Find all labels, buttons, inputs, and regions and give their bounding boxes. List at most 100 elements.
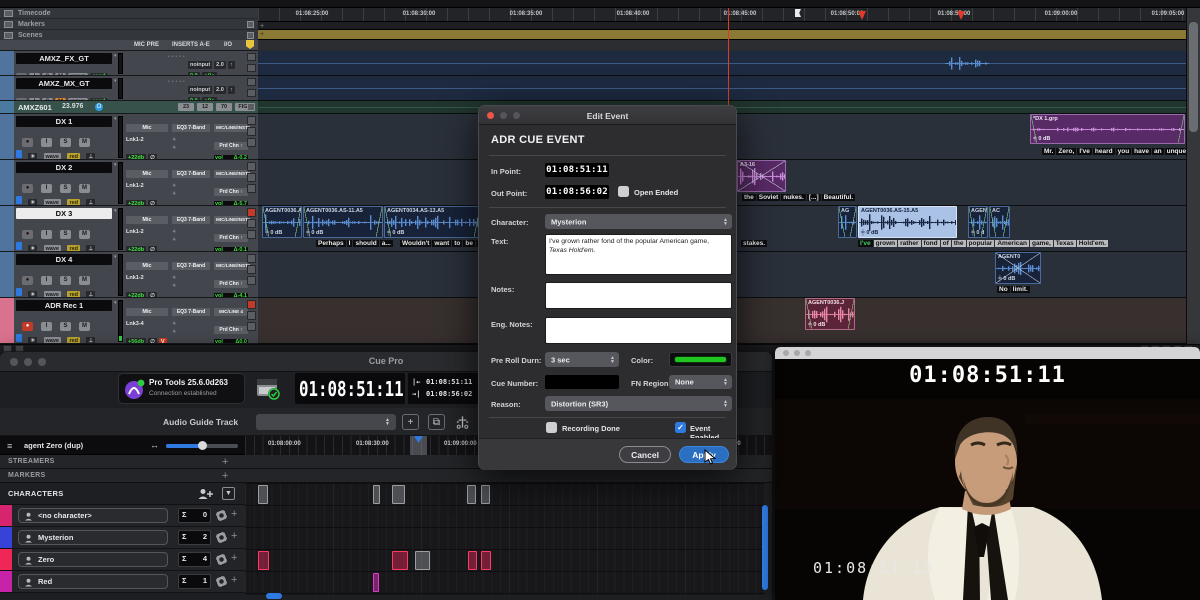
output-icon[interactable]: ⊥ <box>86 199 95 206</box>
playlist-button[interactable] <box>247 311 256 320</box>
text-field[interactable]: I've grown rather fond of the popular Am… <box>545 234 732 275</box>
track-name[interactable]: AMXZ_MX_GT <box>16 78 112 89</box>
track-name[interactable]: DX 4 <box>16 254 112 265</box>
track-chip[interactable]: 23 <box>178 103 194 111</box>
zoom-slider[interactable] <box>166 444 238 448</box>
audio-clip[interactable]: AGENT0 ╪ 0 dB <box>995 252 1041 284</box>
automation-mode-button[interactable]: red <box>67 153 80 160</box>
view-mode-button[interactable]: wave <box>44 291 61 298</box>
track-header-dx-2[interactable]: DX 2▾●ISM ✳ wave red ⊥Mic Lnk1-2 +22db∅E… <box>0 160 258 206</box>
dialog-titlebar[interactable]: Edit Event <box>479 106 736 125</box>
add-cue-icon[interactable]: + <box>231 508 237 520</box>
character-name-pill[interactable]: Zero <box>18 552 168 567</box>
track-menu-caret[interactable]: ▾ <box>114 162 117 168</box>
output-icon[interactable]: ⊥ <box>86 291 95 298</box>
gear-icon[interactable] <box>216 532 227 543</box>
filter-icon[interactable]: ▼ <box>222 487 235 500</box>
audio-clip[interactable]: A3-16 <box>737 160 786 192</box>
io-output-button[interactable]: Prd Chn ↑ <box>214 142 248 150</box>
io-output-button[interactable]: Prd Chn ↑ <box>214 234 248 242</box>
audio-clip[interactable]: AG <box>838 206 857 238</box>
zoom-window-icon[interactable] <box>805 350 811 356</box>
track-end-button[interactable] <box>247 89 256 97</box>
minimize-icon[interactable] <box>794 350 800 356</box>
cue-event-block[interactable] <box>468 551 477 570</box>
output-icon[interactable]: ⊥ <box>86 337 95 344</box>
input-select-button[interactable]: Mic <box>126 308 168 316</box>
notes-field[interactable] <box>545 282 732 309</box>
flag-icon[interactable] <box>246 40 254 49</box>
cue-event-block[interactable] <box>481 485 490 504</box>
audio-clip[interactable]: AGENT0036.J ╪ 0 dB <box>805 298 855 330</box>
clapperboard-sync-icon[interactable] <box>255 375 281 401</box>
route-up-icon[interactable]: ↑ <box>228 86 235 94</box>
window-button[interactable] <box>247 162 256 171</box>
cue-horizontal-scrollbar[interactable] <box>266 593 282 599</box>
insert-plugin-button[interactable]: EQ3 7-Band <box>172 262 210 270</box>
edit-bottom-tool-icon[interactable] <box>15 345 24 352</box>
io-output-button[interactable]: Prd Chn ↑ <box>214 280 248 288</box>
recording-done-checkbox[interactable] <box>546 422 557 433</box>
scenes-add-icon[interactable]: + <box>260 31 264 38</box>
add-cue-icon[interactable]: + <box>231 574 237 586</box>
track-chip[interactable]: 70 <box>216 103 232 111</box>
elastic-icon[interactable]: ✳ <box>28 337 37 344</box>
io-input-button[interactable]: MIC/LINE/INST1 <box>214 124 248 132</box>
add-button[interactable] <box>247 230 256 239</box>
eng-notes-field[interactable] <box>545 317 732 344</box>
character-row-Red[interactable]: RedΣ1+ <box>0 571 245 593</box>
track-menu-caret[interactable]: ▾ <box>114 300 117 306</box>
lane-amxz_mx_gt[interactable] <box>258 76 1186 101</box>
reason-select[interactable]: Distortion (SR3)▲▼ <box>545 396 732 411</box>
track-header-adr-rec-1[interactable]: ADR Rec 1▾●ISM ✳ wave red ⊥Mic Lnk3-4 +5… <box>0 298 258 344</box>
cue-event-block[interactable] <box>258 551 269 570</box>
automation-mode-button[interactable]: red <box>67 337 80 344</box>
track-name[interactable]: DX 3 <box>16 208 112 219</box>
playlist-button[interactable] <box>247 127 256 136</box>
preroll-select[interactable]: 3 sec▲▼ <box>545 352 619 367</box>
zoom-slider-knob[interactable] <box>198 441 207 450</box>
cancel-button[interactable]: Cancel <box>619 446 671 463</box>
add-button[interactable] <box>247 184 256 193</box>
gear-icon[interactable] <box>216 510 227 521</box>
audio-clip[interactable]: AC <box>989 206 1010 238</box>
playlist-button[interactable] <box>247 173 256 182</box>
insert-plugin-button[interactable]: EQ3 7-Band <box>172 124 210 132</box>
cue-event-block[interactable] <box>467 485 476 504</box>
io-input-button[interactable]: MIC/LINE/INST1 <box>214 262 248 270</box>
cue-event-block[interactable] <box>373 485 380 504</box>
view-mode-button[interactable]: wave <box>44 337 61 344</box>
audio-clip[interactable]: AGENT0036.AS-11.A5 ╪ 0 dB <box>303 206 383 238</box>
insert-plugin-button[interactable]: EQ3 7-Band <box>172 216 210 224</box>
ruler-option-icon[interactable] <box>247 21 254 28</box>
audio-guide-track-select[interactable]: ▲▼ <box>256 414 396 430</box>
cue-event-block[interactable] <box>392 485 405 504</box>
in-point-field[interactable]: 01:08:51:11 <box>545 163 609 177</box>
lane-amxz_fx_gt[interactable] <box>258 51 1186 76</box>
track-header-amxz_fx_gt[interactable]: AMXZ_FX_GT▾●ISMwavereadnoinput2.0↑0.0◂ 0… <box>0 51 258 76</box>
close-icon[interactable] <box>783 350 789 356</box>
scenes-lane[interactable] <box>258 30 1186 40</box>
audio-clip[interactable]: AGENT0034.AS-13.A5 ╪ 0 dB <box>384 206 481 238</box>
input-select-button[interactable]: Mic <box>126 216 168 224</box>
track-header-dx-1[interactable]: DX 1▾●ISM ✳ wave red ⊥Mic Lnk1-2 +22db∅E… <box>0 114 258 160</box>
cue-vertical-scrollbar[interactable] <box>762 505 768 590</box>
io-input-button[interactable]: MIC/LINE/INST1 <box>214 170 248 178</box>
edit-vertical-scrollbar[interactable] <box>1186 8 1200 344</box>
io-output-button[interactable]: Prd Chn ↑ <box>214 326 248 334</box>
track-name[interactable]: ADR Rec 1 <box>16 300 112 311</box>
add-button[interactable] <box>247 276 256 285</box>
io-input-button[interactable]: MIC/LINE/INST1 <box>214 216 248 224</box>
character-row-nocharacter[interactable]: <no character>Σ0+ <box>0 505 245 527</box>
automation-mode-button[interactable]: red <box>67 245 80 252</box>
input-select-button[interactable]: Mic <box>126 170 168 178</box>
track-menu-caret[interactable]: ▾ <box>114 53 117 59</box>
audio-clip[interactable]: AGENT0036.AS-15.A5 ╪ 0 dB <box>858 206 957 238</box>
view-mode-button[interactable]: wave <box>44 199 61 206</box>
track-name[interactable]: DX 2 <box>16 162 112 173</box>
video-titlebar[interactable] <box>775 347 1200 359</box>
playlist-button[interactable] <box>247 219 256 228</box>
open-ended-checkbox[interactable] <box>618 186 629 197</box>
gear-icon[interactable] <box>216 554 227 565</box>
markers-row[interactable]: MARKERS+ <box>0 469 772 483</box>
